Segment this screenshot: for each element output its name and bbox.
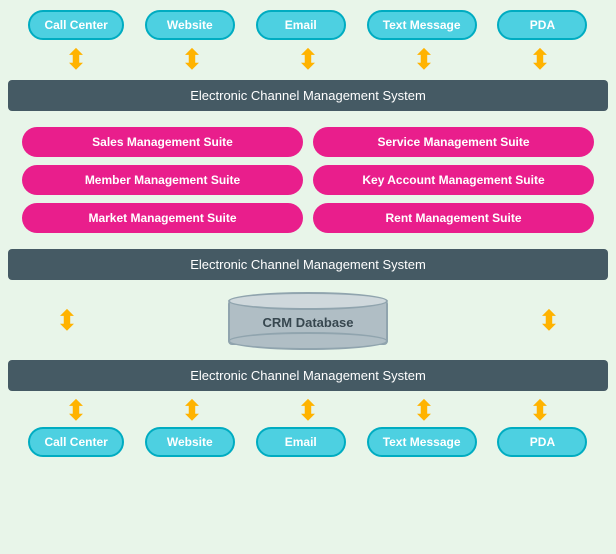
band-3: Electronic Channel Management System bbox=[8, 360, 608, 391]
crm-db-bottom bbox=[228, 332, 388, 350]
top-arrow-5: ⬍ bbox=[495, 46, 585, 74]
top-arrow-3: ⬍ bbox=[263, 46, 353, 74]
suite-service[interactable]: Service Management Suite bbox=[313, 127, 594, 157]
crm-container: CRM Database bbox=[112, 290, 504, 350]
bottom-arrow-5: ⬍ bbox=[495, 397, 585, 425]
main-container: Call Center Website Email Text Message P… bbox=[8, 10, 608, 461]
suite-market[interactable]: Market Management Suite bbox=[22, 203, 303, 233]
top-channel-website[interactable]: Website bbox=[145, 10, 235, 40]
bottom-arrow-1: ⬍ bbox=[31, 397, 121, 425]
crm-db-top bbox=[228, 292, 388, 310]
top-channel-pda[interactable]: PDA bbox=[497, 10, 587, 40]
suite-rent[interactable]: Rent Management Suite bbox=[313, 203, 594, 233]
top-arrow-4: ⬍ bbox=[379, 46, 469, 74]
top-channel-call-center[interactable]: Call Center bbox=[28, 10, 123, 40]
suite-member[interactable]: Member Management Suite bbox=[22, 165, 303, 195]
suite-row-2: Member Management Suite Key Account Mana… bbox=[22, 165, 594, 195]
suite-area: Sales Management Suite Service Managemen… bbox=[8, 115, 608, 245]
top-channel-row: Call Center Website Email Text Message P… bbox=[8, 10, 608, 40]
bottom-channel-call-center[interactable]: Call Center bbox=[28, 427, 123, 457]
band-2: Electronic Channel Management System bbox=[8, 249, 608, 280]
bottom-arrow-4: ⬍ bbox=[379, 397, 469, 425]
bottom-channel-text-message[interactable]: Text Message bbox=[367, 427, 477, 457]
band-1: Electronic Channel Management System bbox=[8, 80, 608, 111]
bottom-channel-row: Call Center Website Email Text Message P… bbox=[8, 427, 608, 457]
top-channel-email[interactable]: Email bbox=[256, 10, 346, 40]
suite-row-1: Sales Management Suite Service Managemen… bbox=[22, 127, 594, 157]
bottom-arrow-2: ⬍ bbox=[147, 397, 237, 425]
bottom-arrow-row: ⬍ ⬍ ⬍ ⬍ ⬍ bbox=[8, 397, 608, 425]
middle-section: ⬍ CRM Database ⬍ bbox=[8, 284, 608, 356]
top-arrow-2: ⬍ bbox=[147, 46, 237, 74]
suite-key-account[interactable]: Key Account Management Suite bbox=[313, 165, 594, 195]
top-channel-text-message[interactable]: Text Message bbox=[367, 10, 477, 40]
middle-arrow-right: ⬍ bbox=[504, 304, 594, 337]
crm-database: CRM Database bbox=[228, 290, 388, 350]
suite-row-3: Market Management Suite Rent Management … bbox=[22, 203, 594, 233]
bottom-channel-website[interactable]: Website bbox=[145, 427, 235, 457]
suite-sales[interactable]: Sales Management Suite bbox=[22, 127, 303, 157]
bottom-channel-pda[interactable]: PDA bbox=[497, 427, 587, 457]
bottom-channel-email[interactable]: Email bbox=[256, 427, 346, 457]
top-arrow-1: ⬍ bbox=[31, 46, 121, 74]
top-arrow-row: ⬍ ⬍ ⬍ ⬍ ⬍ bbox=[8, 46, 608, 74]
bottom-arrow-3: ⬍ bbox=[263, 397, 353, 425]
middle-arrow-left: ⬍ bbox=[22, 304, 112, 337]
